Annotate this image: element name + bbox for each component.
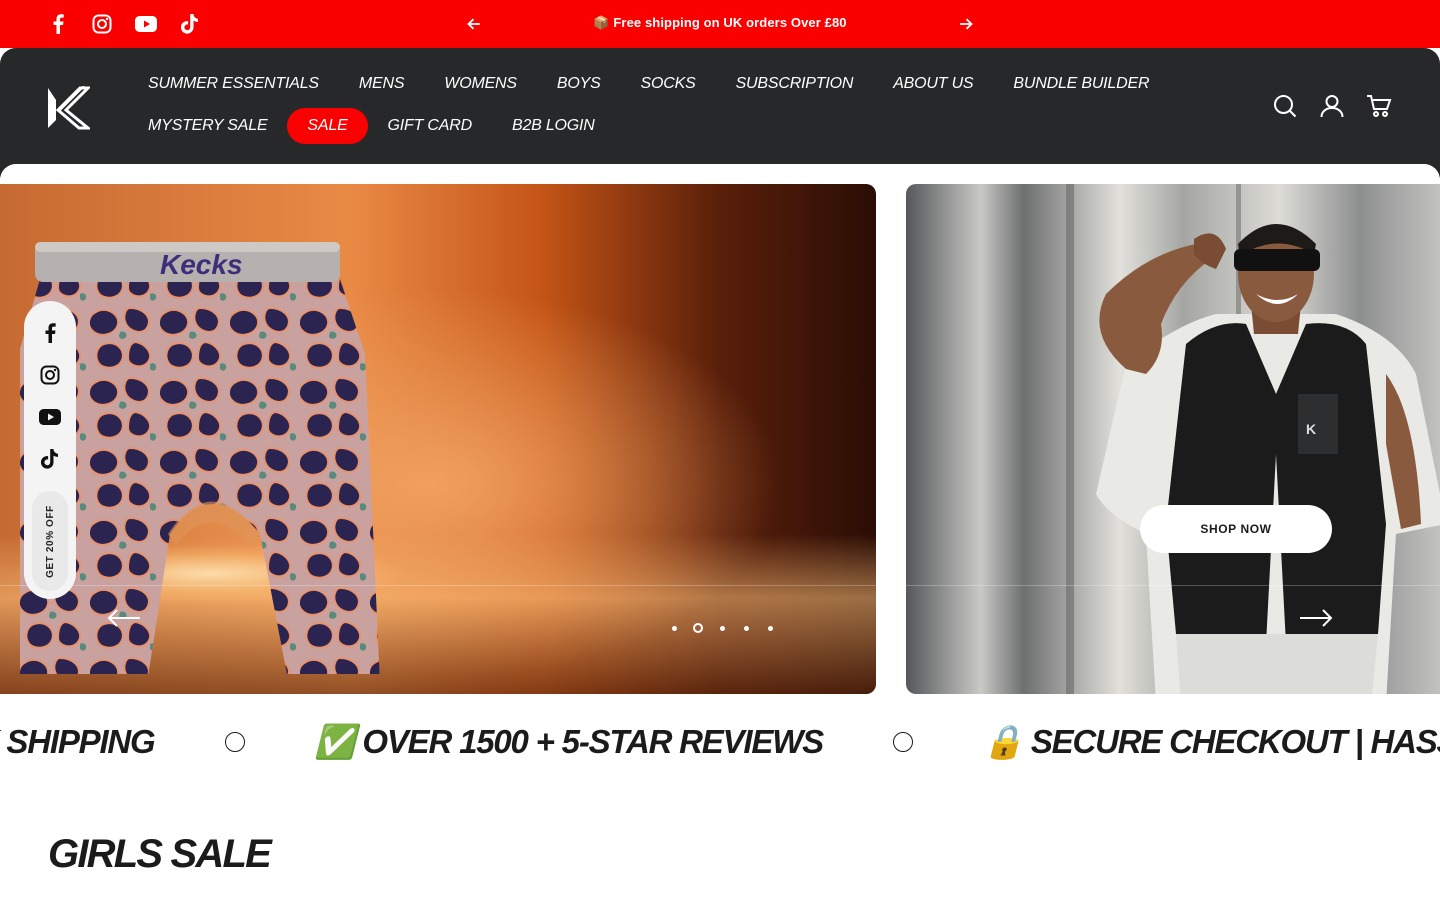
facebook-icon[interactable] [38,321,62,345]
kecks-logo-icon[interactable] [46,85,93,130]
instagram-icon[interactable] [38,363,62,387]
instagram-icon[interactable] [90,12,114,36]
youtube-icon[interactable] [38,405,62,429]
svg-text:K: K [1306,421,1316,437]
marquee-item: ✅ OVER 1500 + 5-STAR REVIEWS [314,723,825,760]
nav-about-us[interactable]: ABOUT US [873,66,993,102]
section-title: GIRLS SALE [48,832,272,876]
marquee-item: FREE UK SHIPPING [0,723,156,760]
facebook-icon[interactable] [46,12,70,36]
arrow-left-icon [467,18,480,30]
nav-subscription[interactable]: SUBSCRIPTION [716,66,874,102]
slider-pagination [662,620,782,636]
nav-mens[interactable]: MENS [339,66,424,102]
announcement-next-button[interactable] [954,12,978,36]
cart-icon[interactable] [1365,92,1392,119]
nav-socks[interactable]: SOCKS [621,66,716,102]
boxer-shorts-image: Kecks [20,242,380,674]
slider-dot[interactable] [734,620,758,636]
slider-prev-button[interactable] [106,606,142,630]
slider-dot-active[interactable] [686,620,710,636]
marquee-item: 🔒 SECURE CHECKOUT | HASSLE-FREE RETURNS [982,723,1440,760]
nav-summer-essentials[interactable]: SUMMER ESSENTIALS [128,66,339,102]
marquee-separator [224,732,245,752]
nav-b2b-login[interactable]: B2B LOGIN [492,108,615,144]
model-image: K [1096,224,1440,694]
get-discount-button[interactable]: GET 20% OFF [32,491,68,591]
slider-dot[interactable] [710,620,734,636]
nav-gift-card[interactable]: GIFT CARD [368,108,492,144]
arrow-right-icon [960,18,973,30]
arrow-right-long-icon [1300,609,1333,627]
slider-dot[interactable] [662,620,686,636]
arrow-left-long-icon [107,609,140,627]
boxer-brand-text: Kecks [160,249,243,280]
marquee-separator [892,732,913,752]
announcement-prev-button[interactable] [462,12,486,36]
site-header: SUMMER ESSENTIALS MENS WOMENS BOYS SOCKS… [0,48,1440,178]
get-discount-label: GET 20% OFF [44,504,56,578]
announcement-social-links [46,12,202,36]
nav-sale[interactable]: SALE [287,108,368,144]
youtube-icon[interactable] [134,12,158,36]
nav-boys[interactable]: BOYS [537,66,621,102]
tiktok-icon[interactable] [178,12,202,36]
tiktok-icon[interactable] [38,447,62,471]
trust-marquee: FREE UK SHIPPING ✅ OVER 1500 + 5-STAR RE… [0,716,1440,772]
shop-now-button[interactable]: SHOP NOW [1140,505,1332,553]
slide-divider [0,585,876,586]
header-actions [1271,92,1392,119]
account-icon[interactable] [1318,92,1345,119]
search-icon[interactable] [1271,92,1298,119]
nav-bundle-builder[interactable]: BUNDLE BUILDER [993,66,1169,102]
hero-slide-model[interactable]: K [906,184,1440,694]
nav-womens[interactable]: WOMENS [424,66,537,102]
slider-dot[interactable] [758,620,782,636]
main-navigation: SUMMER ESSENTIALS MENS WOMENS BOYS SOCKS… [128,66,1238,144]
nav-mystery-sale[interactable]: MYSTERY SALE [128,108,287,144]
slide-divider [906,585,1440,586]
announcement-bar: 📦 Free shipping on UK orders Over £80 [0,0,1440,48]
slider-next-button[interactable] [1298,606,1334,630]
floating-social-bar: GET 20% OFF [24,301,76,599]
announcement-message: 📦 Free shipping on UK orders Over £80 [593,15,847,30]
